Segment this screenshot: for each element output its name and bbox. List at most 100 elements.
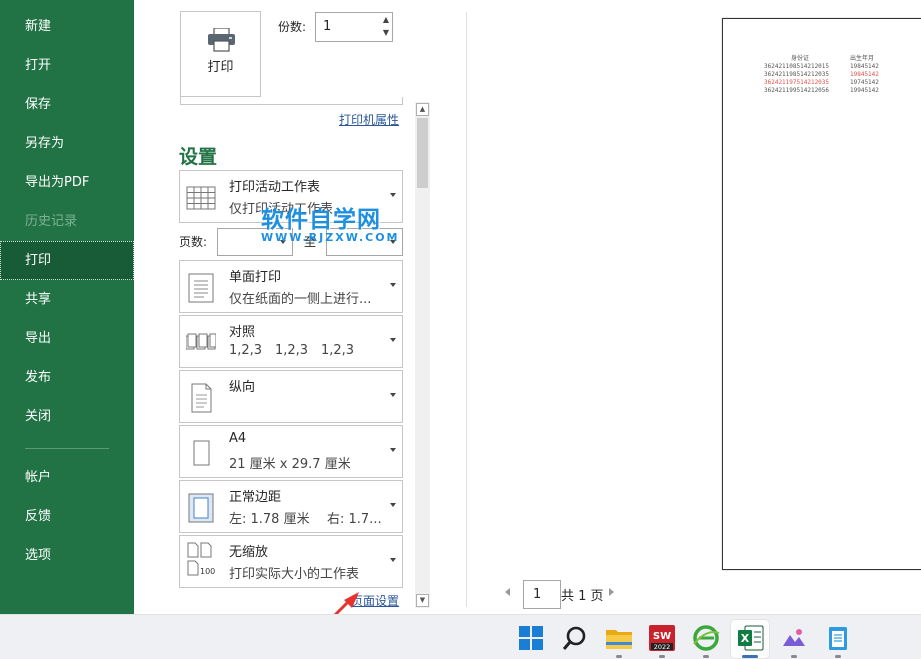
paper-size-subtitle: 21 厘米 x 29.7 厘米 bbox=[229, 457, 351, 472]
print-what-title: 打印活动工作表 bbox=[229, 180, 321, 195]
current-page-value: 1 bbox=[533, 587, 542, 602]
scrollbar-thumb[interactable] bbox=[417, 118, 428, 188]
margins-title: 正常边距 bbox=[229, 490, 282, 505]
chevron-down-icon bbox=[390, 193, 396, 197]
stepper-down-icon[interactable]: ▼ bbox=[383, 28, 389, 37]
margins-right: 右: 1.7... bbox=[327, 512, 382, 527]
preview-row-birth: 19745142 bbox=[850, 79, 879, 86]
nav-save[interactable]: 保存 bbox=[0, 85, 134, 124]
collation-title: 对照 bbox=[229, 325, 256, 340]
paper-size-title: A4 bbox=[229, 431, 247, 446]
preview-row-id: 362421108514212015 bbox=[764, 63, 830, 70]
running-indicator bbox=[791, 655, 797, 658]
chevron-down-icon bbox=[390, 503, 396, 507]
scroll-down-icon[interactable]: ▼ bbox=[416, 594, 429, 607]
orientation-dropdown[interactable]: 纵向 bbox=[179, 370, 403, 423]
settings-scrollbar[interactable]: ▲ ▼ bbox=[415, 102, 430, 608]
print-preview-page: 身份证 出生年月 362421108514212015 19845142 362… bbox=[722, 18, 921, 570]
photos-icon[interactable] bbox=[780, 624, 808, 652]
svg-text:SW: SW bbox=[653, 631, 671, 642]
print-button[interactable]: 打印 bbox=[180, 11, 261, 97]
preview-header-id: 身份证 bbox=[791, 55, 810, 62]
file-explorer-icon[interactable] bbox=[605, 624, 633, 652]
sheet-grid-icon bbox=[186, 186, 216, 210]
windows-start-icon[interactable] bbox=[517, 624, 545, 652]
copies-label: 份数: bbox=[278, 20, 307, 34]
running-indicator bbox=[835, 655, 841, 658]
nav-save-as[interactable]: 另存为 bbox=[0, 124, 134, 163]
printer-selector[interactable] bbox=[180, 97, 403, 105]
preview-row-id: 362421197514212035 bbox=[764, 79, 830, 86]
chevron-down-icon bbox=[390, 283, 396, 287]
nav-open[interactable]: 打开 bbox=[0, 46, 134, 85]
windows-taskbar: SW 2022 X bbox=[0, 614, 921, 659]
margins-left: 左: 1.78 厘米 bbox=[229, 512, 310, 527]
nav-share[interactable]: 共享 bbox=[0, 280, 134, 319]
notepad-icon[interactable] bbox=[824, 624, 852, 652]
copies-stepper[interactable]: 1 ▲ ▼ bbox=[315, 12, 393, 42]
sidebar-divider bbox=[25, 448, 109, 449]
running-indicator bbox=[616, 655, 622, 658]
chevron-down-icon bbox=[390, 558, 396, 562]
nav-publish[interactable]: 发布 bbox=[0, 358, 134, 397]
watermark-title: 软件自学网 bbox=[261, 207, 381, 233]
preview-row-birth: 19845142 bbox=[850, 63, 879, 70]
collation-subtitle-3: 1,2,3 bbox=[321, 343, 355, 358]
margins-icon bbox=[188, 493, 214, 523]
scroll-up-icon[interactable]: ▲ bbox=[416, 103, 429, 116]
stepper-up-icon[interactable]: ▲ bbox=[383, 15, 389, 24]
scaling-percent-label: 100 bbox=[200, 567, 216, 576]
printer-properties-link[interactable]: 打印机属性 bbox=[339, 111, 399, 128]
watermark-url: WWW.RJZXW.COM bbox=[261, 231, 400, 244]
running-indicator bbox=[703, 655, 709, 658]
collation-dropdown[interactable]: 对照 1,2,3 1,2,3 1,2,3 bbox=[179, 315, 403, 368]
printer-icon bbox=[208, 28, 235, 52]
page-total: 共 1 页 bbox=[561, 589, 604, 604]
chevron-down-icon bbox=[390, 393, 396, 397]
scaling-title: 无缩放 bbox=[229, 545, 269, 560]
collation-subtitle-2: 1,2,3 bbox=[275, 343, 309, 358]
preview-row-id: 362421199514212056 bbox=[764, 87, 830, 94]
running-indicator bbox=[659, 655, 665, 658]
nav-print[interactable]: 打印 bbox=[0, 241, 134, 280]
copies-value: 1 bbox=[323, 19, 332, 34]
collation-subtitle-1: 1,2,3 bbox=[229, 343, 263, 358]
paper-size-dropdown[interactable]: A4 21 厘米 x 29.7 厘米 bbox=[179, 425, 403, 478]
one-sided-page-icon bbox=[188, 273, 214, 303]
active-indicator bbox=[742, 655, 758, 658]
scaling-subtitle: 打印实际大小的工作表 bbox=[229, 567, 360, 582]
preview-row-birth: 19945142 bbox=[850, 87, 879, 94]
panel-divider bbox=[466, 12, 467, 607]
next-page-icon[interactable] bbox=[609, 588, 614, 596]
nav-close[interactable]: 关闭 bbox=[0, 397, 134, 436]
nav-feedback[interactable]: 反馈 bbox=[0, 497, 134, 536]
search-icon[interactable] bbox=[561, 624, 589, 652]
print-button-label: 打印 bbox=[207, 60, 234, 75]
collated-pages-icon bbox=[186, 333, 216, 350]
sides-dropdown[interactable]: 单面打印 仅在纸面的一侧上进行... bbox=[179, 260, 403, 313]
margins-dropdown[interactable]: 正常边距 左: 1.78 厘米 右: 1.7... bbox=[179, 480, 403, 533]
nav-new[interactable]: 新建 bbox=[0, 7, 134, 46]
nav-export[interactable]: 导出 bbox=[0, 319, 134, 358]
current-page-input[interactable]: 1 bbox=[523, 580, 561, 609]
solidworks-2022-icon[interactable]: SW 2022 bbox=[648, 624, 676, 652]
preview-header-birth: 出生年月 bbox=[850, 55, 875, 62]
svg-text:X: X bbox=[741, 632, 750, 645]
scaling-dropdown[interactable]: 100 无缩放 打印实际大小的工作表 bbox=[179, 535, 403, 588]
nav-account[interactable]: 帐户 bbox=[0, 458, 134, 497]
nav-options[interactable]: 选项 bbox=[0, 536, 134, 575]
browser-icon[interactable] bbox=[692, 624, 720, 652]
backstage-sidebar: 新建 打开 保存 另存为 导出为PDF 历史记录 打印 共享 导出 发布 关闭 … bbox=[0, 0, 134, 614]
watermark: 软件自学网 WWW.RJZXW.COM bbox=[261, 200, 400, 244]
portrait-page-icon bbox=[191, 383, 212, 413]
preview-row-birth: 19845142 bbox=[850, 71, 879, 78]
previous-page-icon[interactable] bbox=[505, 588, 510, 596]
pages-label: 页数: bbox=[179, 235, 208, 249]
orientation-title: 纵向 bbox=[229, 380, 256, 395]
excel-icon[interactable]: X bbox=[736, 624, 764, 652]
nav-history: 历史记录 bbox=[25, 214, 78, 229]
nav-export-pdf[interactable]: 导出为PDF bbox=[0, 163, 134, 202]
sides-subtitle: 仅在纸面的一侧上进行... bbox=[229, 292, 372, 307]
solidworks-version-label: 2022 bbox=[654, 643, 671, 651]
chevron-down-icon bbox=[390, 448, 396, 452]
